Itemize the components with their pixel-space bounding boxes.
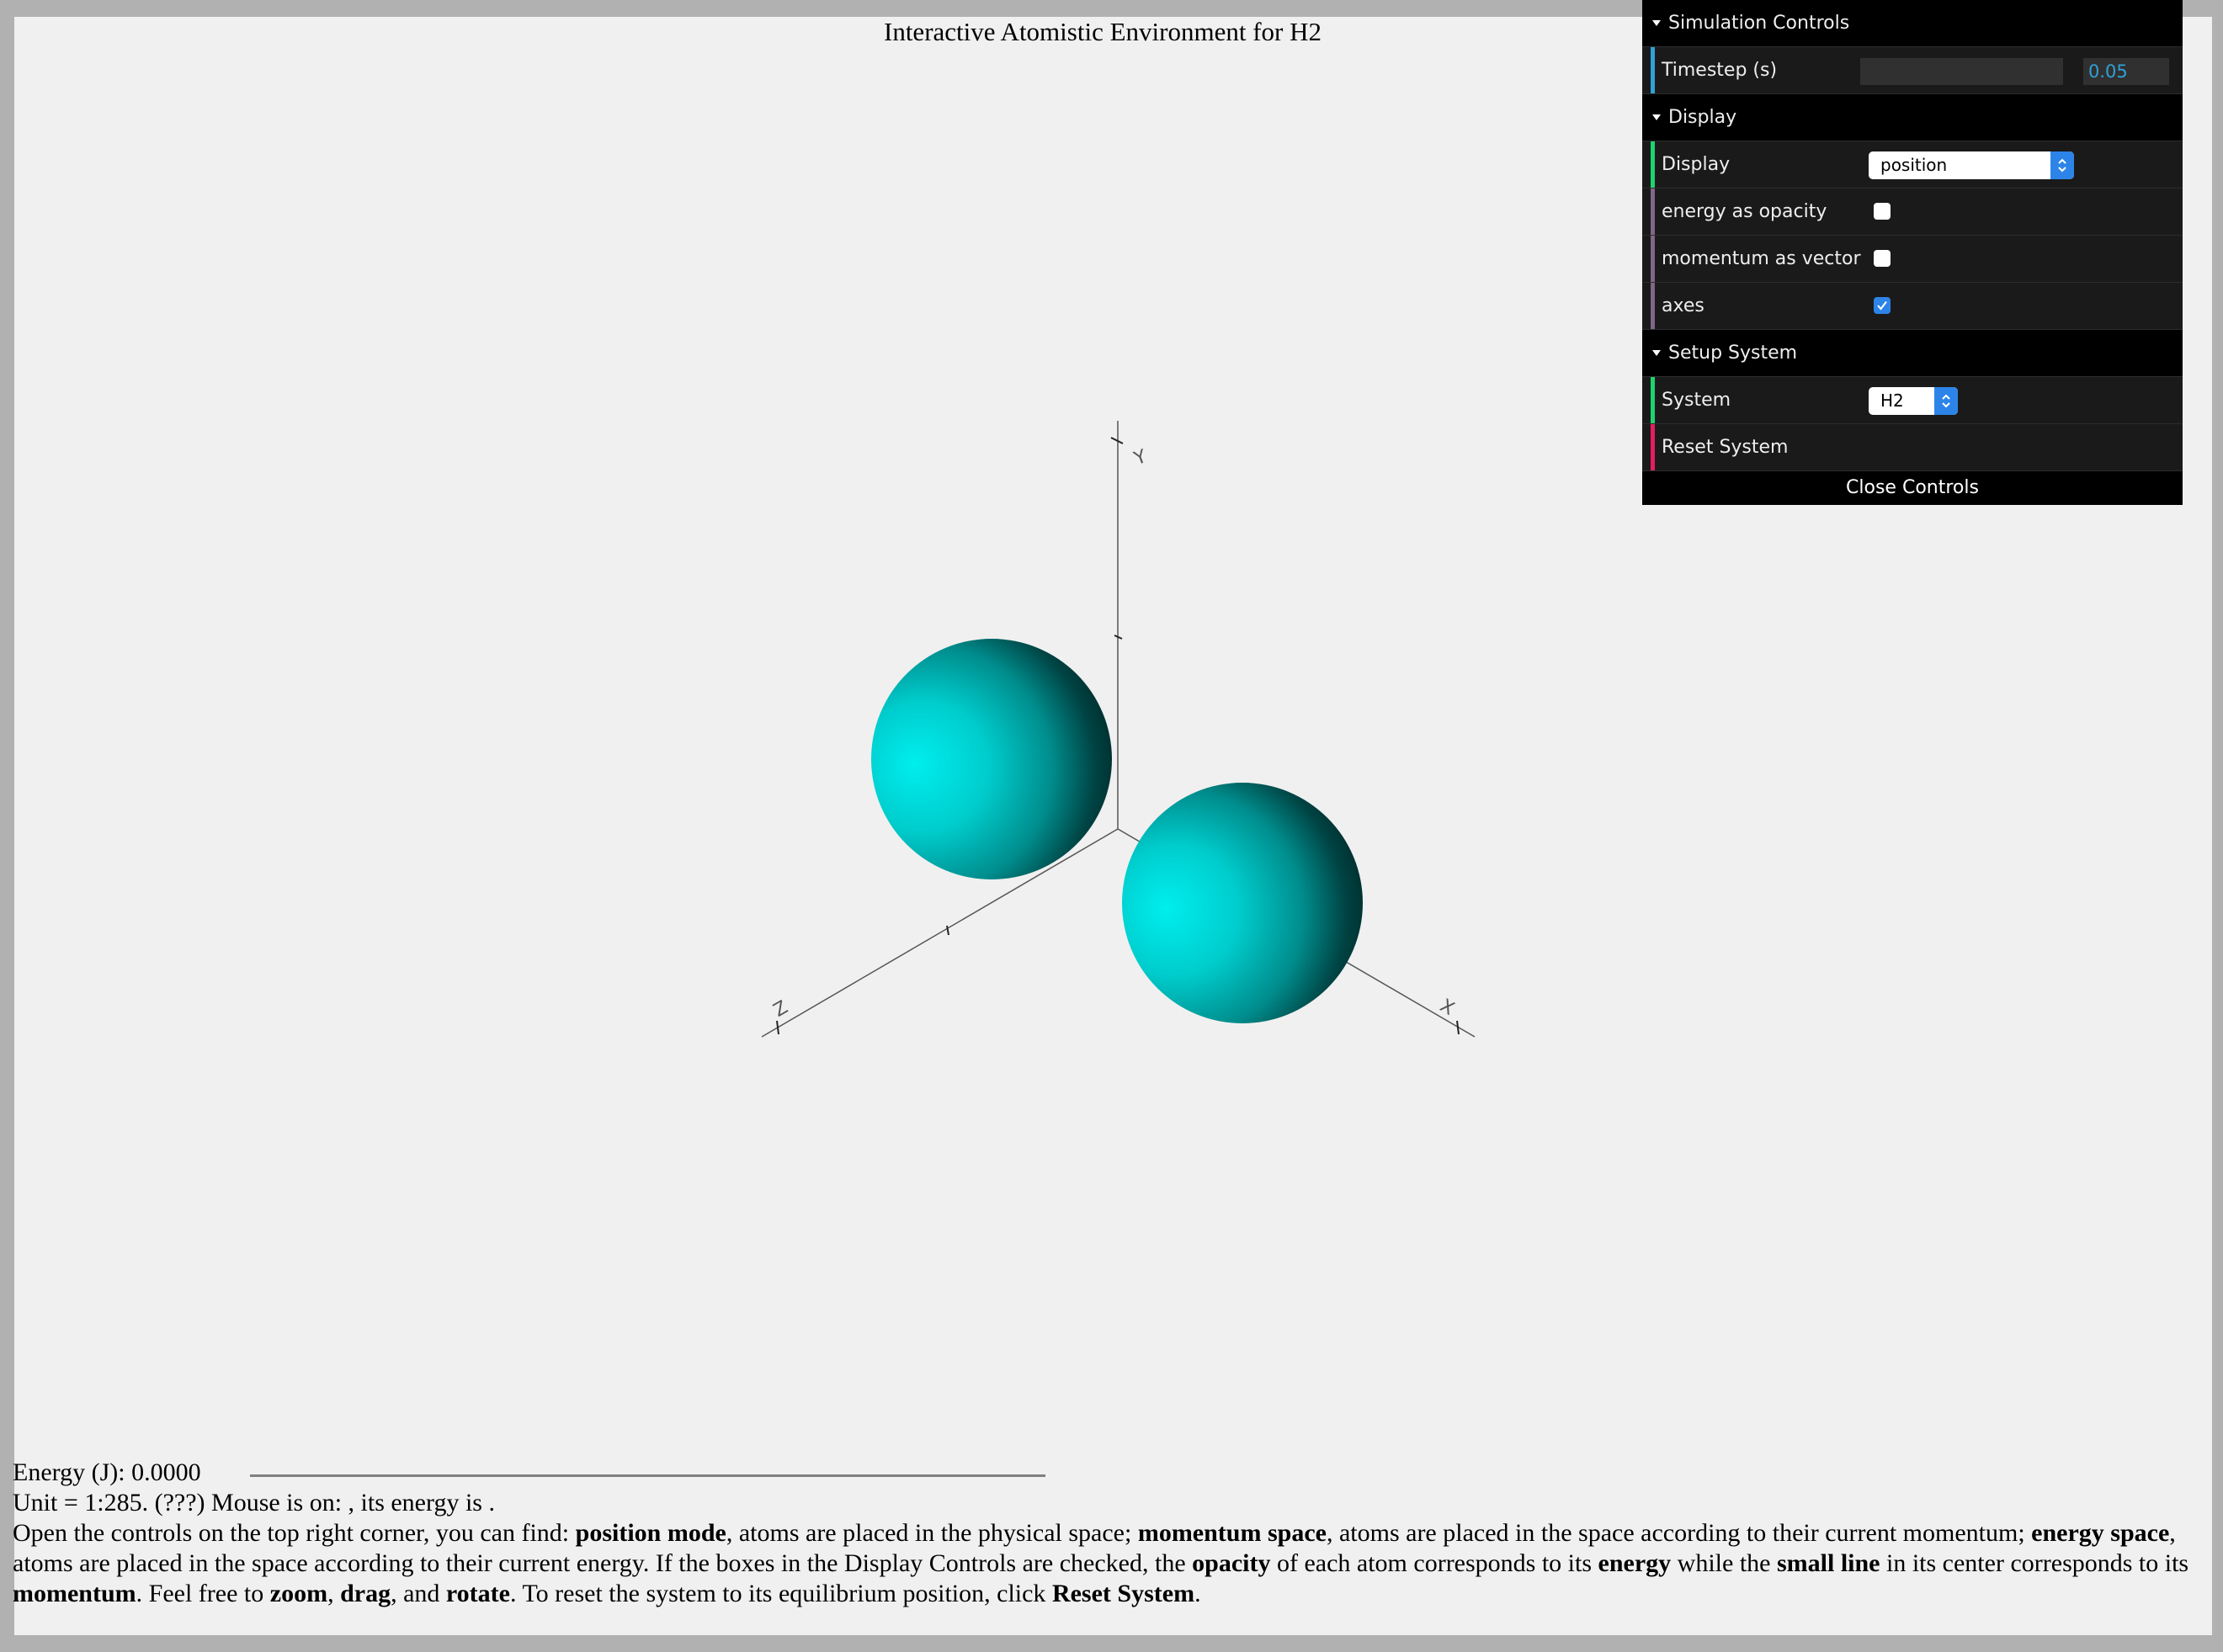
x-axis-tick (1456, 1020, 1460, 1035)
instruction-text: . To reset the system to its equilibrium… (509, 1580, 1052, 1607)
energy-text: Energy (J): 0.0000 (13, 1458, 201, 1486)
checkmark-icon (1877, 300, 1887, 311)
folder-title-label: Display (1668, 107, 1737, 128)
folder-title-label: Setup System (1668, 343, 1798, 364)
axes-control: axes (1642, 283, 2183, 330)
controls-panel: Simulation Controls Timestep (s) 0.05 Di… (1642, 0, 2183, 505)
instruction-keyword: opacity (1192, 1549, 1271, 1577)
energy-readout: Energy (J): 0.0000 (13, 1458, 2201, 1488)
instruction-keyword: small line (1776, 1549, 1880, 1577)
energy-opacity-control: energy as opacity (1642, 189, 2183, 236)
instruction-keyword: drag (340, 1580, 391, 1607)
system-value: H2 (1880, 390, 1904, 411)
instruction-keyword: momentum space (1137, 1519, 1327, 1547)
instructions-text: Open the controls on the top right corne… (13, 1518, 2201, 1609)
instruction-text: , and (391, 1580, 446, 1607)
energy-opacity-checkbox[interactable] (1874, 203, 1891, 220)
y-axis-label: Y (1130, 446, 1150, 470)
collapse-triangle-icon (1652, 350, 1661, 356)
instruction-keyword: zoom (269, 1580, 328, 1607)
timestep-input[interactable]: 0.05 (2083, 58, 2169, 85)
instruction-text: , (327, 1580, 341, 1607)
instruction-text: Open the controls on the top right corne… (13, 1519, 576, 1547)
timestep-control: Timestep (s) 0.05 (1642, 47, 2183, 94)
instruction-text: of each atom corresponds to its (1270, 1549, 1598, 1577)
select-arrows-icon (1934, 387, 1958, 415)
momentum-vector-label: momentum as vector (1662, 248, 1861, 269)
instruction-keyword: position mode (575, 1519, 726, 1547)
folder-title-label: Simulation Controls (1668, 13, 1850, 34)
instruction-text: while the (1671, 1549, 1777, 1577)
instruction-keyword: energy (1598, 1549, 1672, 1577)
close-controls-button[interactable]: Close Controls (1642, 471, 2183, 505)
info-panel: Energy (J): 0.0000 Unit = 1:285. (???) M… (13, 1458, 2201, 1609)
z-axis-tick (946, 925, 949, 936)
display-mode-control: Display position (1642, 141, 2183, 189)
unit-text: Unit = 1:285. (???) Mouse is on: , its e… (13, 1489, 495, 1517)
momentum-vector-control: momentum as vector (1642, 236, 2183, 283)
energy-bar (250, 1474, 1045, 1477)
instruction-text: . Feel free to (136, 1580, 270, 1607)
energy-opacity-label: energy as opacity (1662, 201, 1827, 222)
setup-system-folder[interactable]: Setup System (1642, 330, 2183, 377)
system-label: System (1662, 390, 1731, 411)
axes-label: axes (1662, 295, 1704, 316)
z-axis-label: Z (770, 997, 792, 1022)
axes-checkbox[interactable] (1874, 297, 1891, 314)
display-folder[interactable]: Display (1642, 94, 2183, 141)
hydrogen-atom[interactable] (871, 639, 1112, 879)
instruction-keyword: rotate (445, 1580, 510, 1607)
timestep-label: Timestep (s) (1662, 60, 1778, 81)
display-mode-select[interactable]: position (1869, 151, 2074, 179)
collapse-triangle-icon (1652, 20, 1661, 26)
reset-system-label: Reset System (1662, 437, 1789, 458)
hydrogen-atom[interactable] (1122, 783, 1363, 1023)
system-control: System H2 (1642, 377, 2183, 424)
instruction-keyword: energy space (2031, 1519, 2170, 1547)
simulation-controls-folder[interactable]: Simulation Controls (1642, 0, 2183, 47)
reset-system-button[interactable]: Reset System (1642, 424, 2183, 471)
instruction-text: in its center corresponds to its (1880, 1549, 2189, 1577)
momentum-vector-checkbox[interactable] (1874, 250, 1891, 267)
timestep-slider[interactable] (1860, 58, 2063, 85)
display-mode-value: position (1880, 155, 1948, 175)
axes (761, 421, 1476, 1038)
z-axis-tick (776, 1020, 779, 1035)
y-axis-tick (1110, 437, 1124, 444)
display-label: Display (1662, 154, 1731, 175)
collapse-triangle-icon (1652, 114, 1661, 120)
instruction-text: . (1194, 1580, 1201, 1607)
select-arrows-icon (2050, 151, 2074, 179)
instruction-text: , atoms are placed in the space accordin… (1326, 1519, 2032, 1547)
instruction-text: , atoms are placed in the physical space… (726, 1519, 1138, 1547)
instruction-keyword: momentum (13, 1580, 136, 1607)
instruction-keyword: Reset System (1051, 1580, 1195, 1607)
system-select[interactable]: H2 (1869, 387, 1958, 415)
